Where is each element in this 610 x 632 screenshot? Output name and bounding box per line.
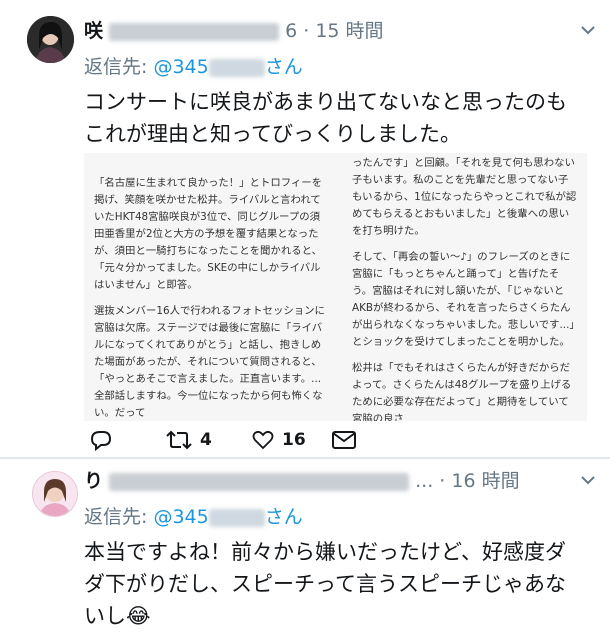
article-paragraph: 「名古屋に生まれて良かった！」とトロフィーを掲げ、笑顔を咲かせた松井。ライバルと… [94, 177, 323, 291]
redacted-handle [208, 58, 265, 77]
reply-handle[interactable]: @345 [153, 506, 208, 528]
direct-message-button[interactable] [330, 424, 358, 456]
article-paragraph: 松井は「でもそれはさくらたんが好きだからだよって。さくらたんは48グループを盛り… [352, 362, 572, 421]
handle-suffix: ... [415, 470, 434, 492]
like-count: 16 [282, 430, 306, 450]
retweet-count: 4 [200, 430, 212, 450]
tweet-header: り ... · 16 時間 [84, 466, 520, 496]
tweet[interactable]: 咲 6 · 15 時間 返信先: @345 さん コンサートに咲良があまり出てない… [0, 0, 610, 458]
reply-handle[interactable]: @345 [153, 56, 208, 78]
reply-to: 返信先: @345 さん [84, 503, 303, 531]
article-right-column: ったんです」と回顧。「それを見て何も思わない子もいます。私のことを先輩だと思って… [352, 155, 578, 421]
retweet-button[interactable]: 4 [164, 424, 212, 456]
tweet-header: 咲 6 · 15 時間 [84, 16, 384, 46]
tweet-actions: 4 16 [84, 424, 584, 456]
timestamp[interactable]: · 15 時間 [303, 20, 383, 42]
article-paragraph: 選抜メンバー16人で行われるフォトセッションに宮脇は欠席。ステージでは最後に宮脇… [94, 305, 325, 419]
avatar[interactable] [27, 16, 74, 63]
reply-prefix: 返信先: [84, 506, 148, 528]
reply-button[interactable] [88, 424, 114, 456]
reply-suffix: さん [264, 56, 303, 78]
timestamp[interactable]: · 16 時間 [439, 470, 519, 492]
tweet-text: 本当ですよね！前々から嫌いだったけど、好感度ダダ下がりだし、スピーチって言うスピ… [84, 540, 566, 628]
avatar[interactable] [32, 471, 78, 517]
handle-suffix: 6 [285, 20, 298, 42]
display-name[interactable]: り [84, 470, 103, 492]
redacted-name [109, 472, 410, 491]
article-paragraph: そして、「再会の誓い〜♪」のフレーズのときに宮脇に「もっとちゃんと踊って」と告げ… [352, 251, 575, 348]
retweet-icon [166, 430, 192, 450]
redacted-handle [208, 508, 265, 527]
chevron-down-icon[interactable] [580, 22, 596, 38]
reply-to: 返信先: @345 さん [84, 53, 303, 81]
reply-icon [90, 431, 112, 452]
chevron-down-icon[interactable] [580, 472, 596, 488]
article-left-column: 「名古屋に生まれて良かった！」とトロフィーを掲げ、笑顔を咲かせた松井。ライバルと… [94, 175, 330, 421]
like-button[interactable]: 16 [250, 424, 306, 456]
article-paragraph: ったんです」と回顧。「それを見て何も思わない子もいます。私のことを先輩だと思って… [352, 157, 577, 237]
reply-prefix: 返信先: [84, 56, 148, 78]
redacted-name [109, 22, 280, 41]
direct-message-icon [332, 431, 356, 449]
attached-image[interactable]: 「名古屋に生まれて良かった！」とトロフィーを掲げ、笑顔を咲かせた松井。ライバルと… [84, 153, 587, 421]
like-icon [252, 430, 274, 450]
tweet-text: コンサートに咲良があまり出てないなと思ったのもこれが理由と知ってびっくりしました… [84, 90, 567, 146]
display-name[interactable]: 咲 [84, 20, 103, 42]
reply-suffix: さん [264, 506, 303, 528]
